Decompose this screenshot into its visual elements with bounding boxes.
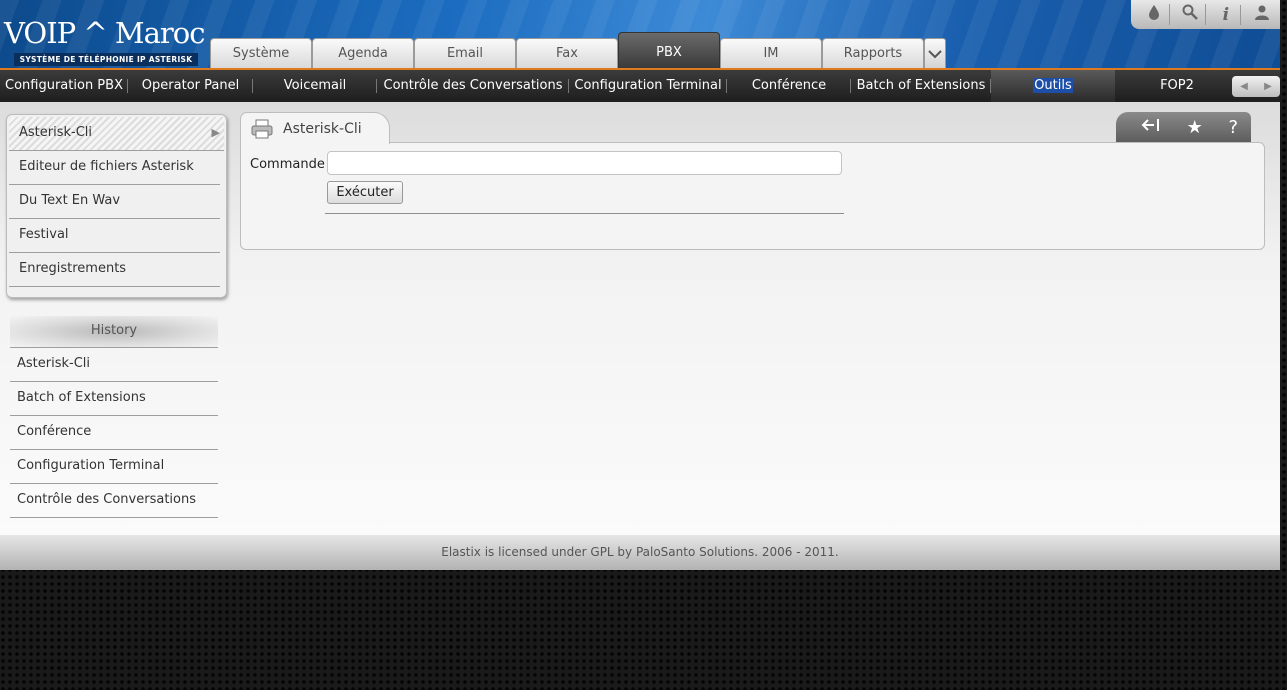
submenu-label: Outils — [1033, 78, 1073, 93]
submenu-configuration-pbx[interactable]: Configuration PBX — [0, 70, 128, 102]
submenu-configuration-terminal[interactable]: Configuration Terminal — [569, 70, 727, 102]
side-menu-item-editeur[interactable]: Editeur de fichiers Asterisk — [9, 151, 220, 185]
tab-im[interactable]: IM — [720, 38, 822, 68]
pbx-submenu: Configuration PBX Operator Panel Voicema… — [0, 68, 1280, 102]
tab-systeme[interactable]: Système — [210, 38, 312, 68]
submenu-label: Voicemail — [283, 78, 347, 93]
panel-actions: ★ ? — [1116, 112, 1251, 142]
tab-agenda[interactable]: Agenda — [312, 38, 414, 68]
footer-text: Elastix is licensed under GPL by PaloSan… — [441, 545, 839, 559]
submenu-label: Conférence — [751, 78, 827, 93]
submenu-fop2[interactable]: FOP2 — [1115, 70, 1239, 102]
user-icon[interactable] — [1247, 4, 1277, 25]
star-icon[interactable]: ★ — [1187, 117, 1203, 138]
history-item[interactable]: Asterisk-Cli — [10, 348, 218, 382]
history-title: History — [10, 316, 218, 348]
panel-title-tab: Asterisk-Cli — [240, 112, 390, 144]
side-menu: Asterisk-Cli ▶ Editeur de fichiers Aster… — [6, 114, 227, 298]
panel-title: Asterisk-Cli — [283, 120, 362, 137]
app-header: VOIP ^ Maroc SYSTÈME DE TÉLÉPHONIE IP AS… — [0, 0, 1280, 68]
side-menu-label: Du Text En Wav — [19, 193, 121, 208]
footer: Elastix is licensed under GPL by PaloSan… — [0, 535, 1280, 570]
more-tabs-button[interactable] — [924, 38, 946, 68]
top-tabs: Système Agenda Email Fax PBX IM Rapports — [210, 32, 946, 68]
drop-icon[interactable] — [1140, 4, 1170, 25]
tab-rapports[interactable]: Rapports — [822, 38, 924, 68]
history-item[interactable]: Configuration Terminal — [10, 450, 218, 484]
submenu-label: Contrôle des Conversations — [383, 78, 563, 93]
submenu-operator-panel[interactable]: Operator Panel — [128, 70, 253, 102]
submenu-label: Operator Panel — [141, 78, 240, 93]
header-tools: i — [1131, 0, 1280, 29]
tab-fax[interactable]: Fax — [516, 38, 618, 68]
history-item[interactable]: Batch of Extensions — [10, 382, 218, 416]
main-content: Asterisk-Cli ▶ Editeur de fichiers Aster… — [0, 102, 1280, 535]
divider — [325, 213, 844, 214]
submenu-voicemail[interactable]: Voicemail — [253, 70, 377, 102]
logo-brand: VOIP ^ Maroc — [4, 16, 205, 50]
scroll-right-icon[interactable]: ▶ — [1264, 81, 1272, 92]
side-menu-item-asterisk-cli[interactable]: Asterisk-Cli ▶ — [9, 117, 224, 151]
submenu-outils[interactable]: Outils — [991, 70, 1115, 102]
side-menu-item-enregistrements[interactable]: Enregistrements — [9, 253, 220, 287]
submenu-label: Batch of Extensions — [856, 78, 986, 93]
printer-icon — [251, 119, 273, 139]
side-menu-item-festival[interactable]: Festival — [9, 219, 220, 253]
submenu-controle-conversations[interactable]: Contrôle des Conversations — [377, 70, 569, 102]
history-panel: History Asterisk-Cli Batch of Extensions… — [10, 316, 218, 518]
scroll-left-icon[interactable]: ◀ — [1240, 81, 1248, 92]
submenu-label: Configuration PBX — [5, 78, 123, 93]
logo-tagline: SYSTÈME DE TÉLÉPHONIE IP ASTERISK — [14, 53, 198, 66]
caret-right-icon: ▶ — [211, 126, 220, 139]
asterisk-cli-panel: Commande Exécuter — [240, 142, 1265, 250]
tab-pbx[interactable]: PBX — [618, 32, 720, 68]
submenu-batch-of-extensions[interactable]: Batch of Extensions — [851, 70, 991, 102]
help-icon[interactable]: ? — [1229, 117, 1239, 138]
command-input[interactable] — [327, 151, 842, 175]
side-menu-label: Enregistrements — [19, 261, 127, 276]
submenu-scroll: ◀ ▶ — [1232, 76, 1280, 97]
collapse-icon[interactable] — [1141, 117, 1161, 138]
logo[interactable]: VOIP ^ Maroc SYSTÈME DE TÉLÉPHONIE IP AS… — [0, 4, 205, 66]
execute-button[interactable]: Exécuter — [327, 181, 403, 204]
submenu-conference[interactable]: Conférence — [727, 70, 851, 102]
side-menu-label: Editeur de fichiers Asterisk — [19, 159, 194, 174]
side-menu-item-text-wav[interactable]: Du Text En Wav — [9, 185, 220, 219]
search-icon[interactable] — [1176, 4, 1206, 25]
tab-email[interactable]: Email — [414, 38, 516, 68]
submenu-label: FOP2 — [1160, 78, 1194, 93]
side-menu-label: Festival — [19, 227, 69, 242]
chevron-down-icon — [928, 49, 942, 58]
history-item[interactable]: Contrôle des Conversations — [10, 484, 218, 518]
side-menu-label: Asterisk-Cli — [19, 125, 93, 140]
info-icon[interactable]: i — [1211, 4, 1242, 25]
submenu-label: Configuration Terminal — [574, 78, 722, 93]
command-label: Commande — [250, 157, 325, 172]
history-item[interactable]: Conférence — [10, 416, 218, 450]
